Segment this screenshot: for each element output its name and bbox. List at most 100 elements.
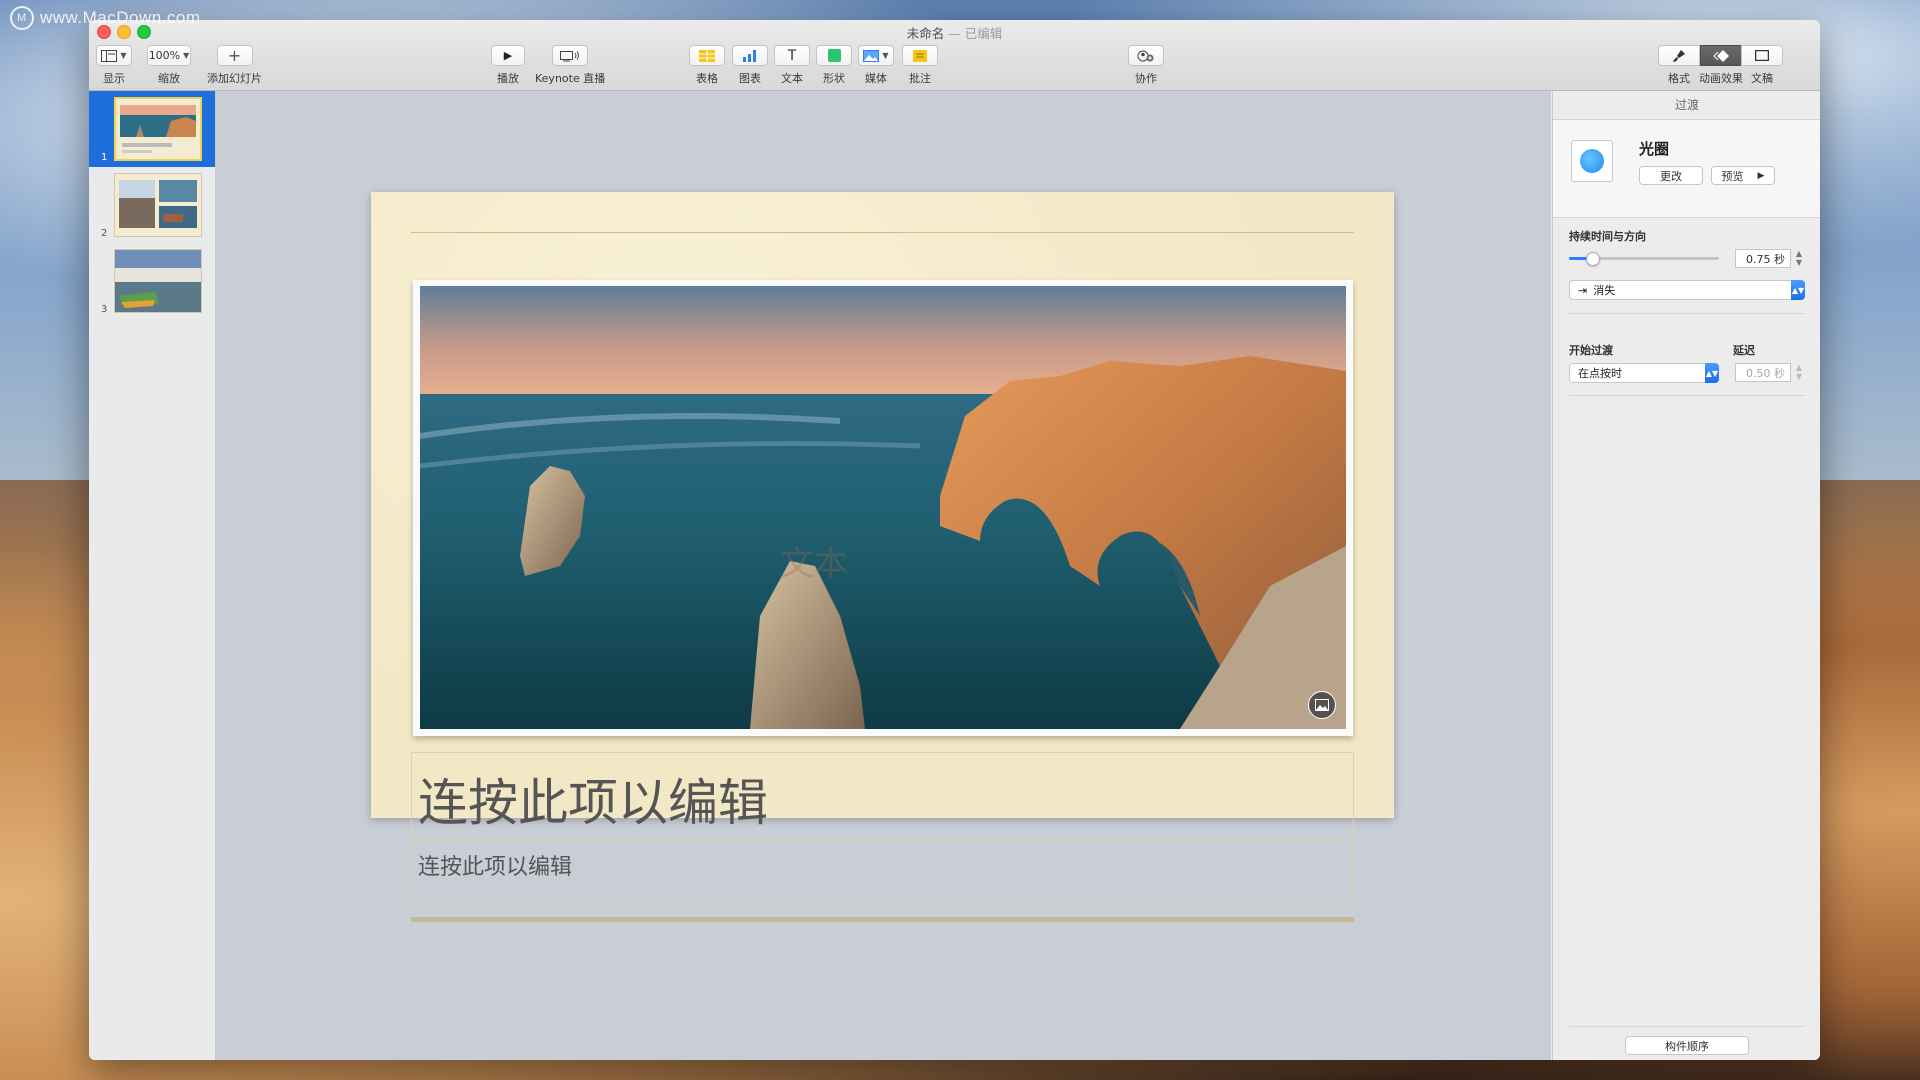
insert-chart[interactable]: 图表 [732,45,768,86]
zoom-menu[interactable]: 100% ▼ 缩放 [147,45,191,86]
table-button[interactable] [689,45,725,66]
slide-thumbnail-2[interactable]: 2 [89,167,215,243]
change-label: 更改 [1660,169,1682,183]
preview-button[interactable]: 预览 ▶ [1711,166,1775,185]
divider [1569,395,1805,396]
table-icon [699,49,715,62]
animate-button[interactable] [1700,45,1742,66]
slide-3-image [115,250,201,312]
insert-shape[interactable]: 形状 [816,45,852,86]
table-label: 表格 [696,72,718,85]
popup-chevrons-icon: ▲▼ [1791,280,1805,300]
duration-slider-knob[interactable] [1585,252,1600,266]
collaborate[interactable]: 协作 [1128,45,1164,86]
watermark-logo: M [10,6,34,30]
duration-slider[interactable] [1569,252,1719,266]
document-label: 文稿 [1751,72,1773,85]
current-slide[interactable]: 文本 连按此项以编辑 连按此项以编辑 [371,192,1394,922]
format-tab[interactable]: 格式 [1658,45,1700,86]
add-slide-button[interactable]: + [216,45,253,66]
collaborate-button[interactable] [1128,45,1164,66]
shape-label: 形状 [823,72,845,85]
insert-table[interactable]: 表格 [689,45,725,86]
direction-popup[interactable]: ⇥ 消失 ▲▼ [1569,280,1805,300]
media-placeholder-button[interactable] [1308,691,1336,719]
document-title: 未命名 — 已编辑 [89,23,1820,42]
play-icon: ▶ [503,49,513,62]
slide-number: 1 [101,152,108,163]
slide-navigator: 1 2 3 [89,91,216,1060]
text-label: 文本 [781,72,803,85]
insert-media[interactable]: ▼ 媒体 [858,45,894,86]
inspector-header: 过渡 [1553,91,1820,120]
keynote-live[interactable]: Keynote 直播 [535,45,605,86]
comment-button[interactable] [902,45,938,66]
comment-label: 批注 [909,72,931,85]
duration-stepper[interactable]: ▲ ▼ [1794,249,1804,268]
delay-stepper[interactable]: ▲ ▼ [1794,363,1804,382]
keynote-live-button[interactable] [552,45,589,66]
slide-thumbnail-1[interactable]: 1 [89,91,215,167]
slide-1-preview [114,97,202,161]
play[interactable]: ▶ 播放 [491,45,525,86]
media-label: 媒体 [865,72,887,85]
slide-title: 连按此项以编辑 [418,774,768,832]
view-button[interactable]: ▼ [96,45,132,66]
slide-canvas: 文本 连按此项以编辑 连按此项以编辑 [216,91,1551,1060]
paintbrush-icon [1673,49,1685,62]
subtitle-textbox[interactable]: 连按此项以编辑 [411,842,1354,908]
photo-frame[interactable]: 文本 [413,280,1353,736]
text-button[interactable]: T [774,45,810,66]
build-order-button[interactable]: 构件顺序 [1625,1036,1749,1055]
shape-button[interactable] [816,45,852,66]
photo-icon [863,49,880,62]
shape-icon [827,49,841,62]
slide-subtitle: 连按此项以编辑 [418,855,573,880]
divider [1569,1026,1805,1027]
delay-section-label: 延迟 [1733,344,1755,357]
add-slide[interactable]: + 添加幻灯片 [207,45,262,86]
add-slide-label: 添加幻灯片 [207,72,262,85]
start-transition-popup[interactable]: 在点按时 ▲▼ [1569,363,1719,383]
exit-icon: ⇥ [1578,283,1588,297]
play-button[interactable]: ▶ [491,45,525,66]
format-button[interactable] [1658,45,1700,66]
media-button[interactable]: ▼ [858,45,894,66]
zoom-button[interactable]: 100% ▼ [147,45,191,66]
document-button[interactable] [1741,45,1783,66]
slide-1-image [116,99,200,159]
chart-button[interactable] [732,45,768,66]
change-button[interactable]: 更改 [1639,166,1703,185]
chart-label: 图表 [739,72,761,85]
build-order-label: 构件顺序 [1665,1039,1709,1053]
delay-value: 0.50 秒 [1746,366,1785,380]
delay-field[interactable]: 0.50 秒 [1735,363,1791,382]
collaborate-label: 协作 [1135,72,1157,85]
duration-value: 0.75 秒 [1746,252,1785,266]
play-label: 播放 [497,72,519,85]
title-textbox[interactable]: 连按此项以编辑 [411,752,1354,840]
seascape-image [420,286,1346,729]
duration-section-label: 持续时间与方向 [1569,230,1646,243]
keynote-window: 未命名 — 已编辑 ▼ 显示 100% ▼ 缩放 + 添加幻灯片 ▶ 播放 Ke… [89,20,1820,1060]
titlebar: 未命名 — 已编辑 ▼ 显示 100% ▼ 缩放 + 添加幻灯片 ▶ 播放 Ke… [89,20,1820,91]
slide-2-image [115,174,201,236]
text-placeholder-ghost: 文本 [780,544,848,584]
insert-text[interactable]: T 文本 [774,45,810,86]
divider [1569,313,1805,314]
slide-number: 3 [101,304,108,315]
start-value: 在点按时 [1578,367,1622,380]
seascape-photo[interactable]: 文本 [420,286,1346,729]
insert-comment[interactable]: 批注 [902,45,938,86]
watermark-text: www.MacDown.com [40,8,201,27]
duration-field[interactable]: 0.75 秒 [1735,249,1791,268]
document-tab[interactable]: 文稿 [1741,45,1783,86]
transition-preview-thumbnail[interactable] [1571,140,1613,182]
view-menu[interactable]: ▼ 显示 [96,45,132,86]
chevron-down-icon: ▼ [183,51,190,60]
photo-icon [1315,699,1329,711]
start-section-label: 开始过渡 [1569,344,1613,357]
animate-tab[interactable]: 动画效果 [1699,45,1743,86]
top-rule [411,232,1354,233]
slide-thumbnail-3[interactable]: 3 [89,243,215,319]
